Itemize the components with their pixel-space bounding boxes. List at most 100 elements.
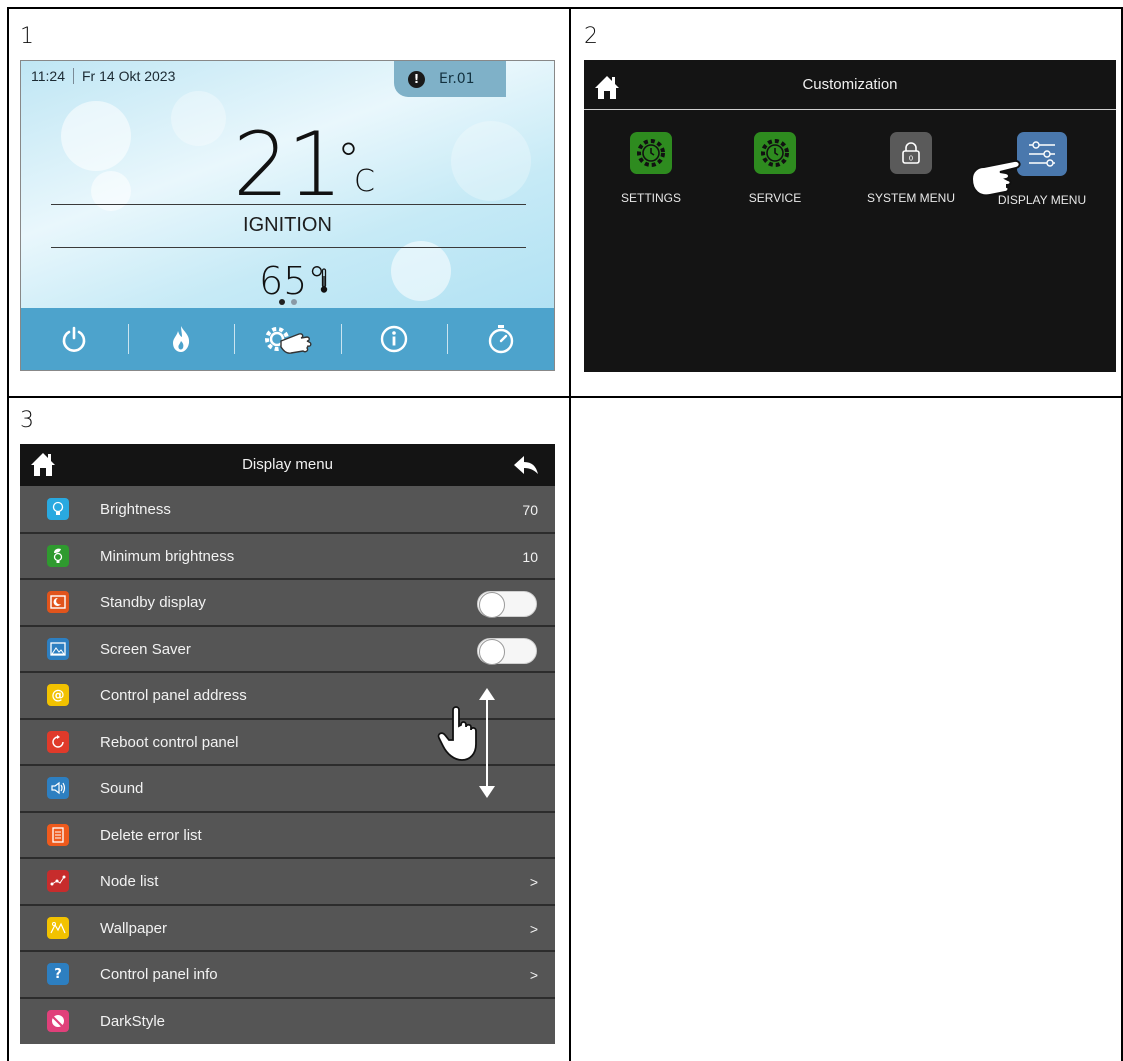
info-button[interactable] [340, 308, 448, 370]
bokeh-decoration [61, 101, 131, 171]
gear-clock-icon [637, 139, 665, 167]
error-badge[interactable]: ! Er.01 [394, 61, 506, 97]
alert-icon: ! [408, 70, 425, 88]
system-menu-tile-label: SYSTEM MENU [866, 191, 955, 205]
bokeh-decoration [391, 241, 451, 301]
timer-button[interactable] [447, 308, 554, 370]
bokeh-decoration [171, 91, 226, 146]
stove-state: IGNITION [243, 214, 332, 236]
flame-icon [172, 326, 190, 352]
system-menu-tile[interactable]: 0 SYSTEM MENU [857, 132, 965, 205]
menu-item-screen-saver[interactable]: Screen Saver [20, 627, 555, 673]
page-indicator [279, 299, 297, 305]
settings-tile[interactable]: SETTINGS [597, 132, 705, 205]
service-tile-label: SERVICE [748, 191, 802, 205]
settings-button[interactable] [234, 308, 341, 370]
power-icon [63, 326, 86, 352]
system-menu-tile-icon-bg: 0 [890, 132, 932, 174]
display-menu-tile-icon-bg [1017, 132, 1067, 176]
gear-clock-icon [761, 139, 789, 167]
customization-header: Customization [584, 60, 1116, 110]
svg-text:0: 0 [909, 155, 913, 163]
page-title: Customization [802, 76, 898, 93]
menu-item-darkstyle[interactable]: DarkStyle [20, 999, 555, 1045]
water-temperature: 65° [259, 259, 327, 303]
darkstyle-icon [47, 1009, 69, 1032]
reboot-icon [47, 730, 69, 753]
moon-screen-icon [47, 591, 69, 613]
grid-divider-horizontal [7, 396, 1123, 398]
bokeh-decoration [91, 171, 131, 211]
customization-screen: Customization SETTINGS SERVICE 0 SYSTEM … [584, 60, 1116, 372]
display-menu-screen: Display menu Brightness 70 Minimum brigh… [20, 444, 555, 1044]
service-tile[interactable]: SERVICE [721, 132, 829, 205]
scroll-gesture-icon [437, 688, 495, 798]
divider-line [51, 247, 526, 248]
service-tile-icon-bg [754, 132, 796, 174]
menu-item-label: Brightness [100, 501, 171, 518]
menu-item-label: Reboot control panel [100, 733, 239, 751]
grid-border-left [7, 7, 9, 1061]
back-arrow-icon[interactable] [513, 455, 539, 475]
menu-item-label: Delete error list [100, 826, 202, 844]
clock-time: 11:24 [21, 68, 74, 84]
menu-item-wallpaper[interactable]: Wallpaper > [20, 906, 555, 952]
error-code: Er.01 [439, 71, 475, 87]
divider-line [51, 204, 526, 205]
bokeh-decoration [451, 121, 531, 201]
screen-saver-toggle[interactable] [477, 637, 537, 665]
menu-item-brightness[interactable]: Brightness 70 [20, 487, 555, 534]
menu-item-label: Wallpaper [100, 919, 167, 937]
panel-number-2: 2 [584, 24, 598, 49]
chevron-right-icon: > [529, 967, 538, 983]
menu-item-label: Node list [100, 873, 159, 890]
menu-item-node-list[interactable]: Node list > [20, 859, 555, 906]
settings-gear-icon [265, 327, 312, 354]
timer-icon [488, 325, 513, 354]
menu-item-value: 70 [522, 502, 538, 518]
sliders-icon [1029, 141, 1055, 167]
bulb-icon [47, 498, 69, 520]
home-screen: 11:24 Fr 14 Okt 2023 ! Er.01 21 ° C IGNI… [20, 60, 555, 371]
menu-item-label: Sound [100, 780, 144, 797]
grid-divider-vertical [569, 7, 571, 1061]
room-temperature: 21 [233, 113, 343, 216]
flame-button[interactable] [127, 308, 235, 370]
picture-icon [47, 637, 69, 660]
page-dot [291, 299, 297, 305]
menu-item-minimum-brightness[interactable]: Minimum brightness 10 [20, 534, 555, 580]
page-title: Display menu [242, 456, 333, 473]
menu-item-label: Standby display [100, 594, 206, 611]
menu-item-label: DarkStyle [100, 1012, 166, 1030]
menu-item-value: 10 [522, 548, 538, 565]
celsius-unit: C [354, 164, 375, 199]
panel-number-3: 3 [20, 408, 34, 433]
power-button[interactable] [21, 308, 128, 370]
bulb-leaf-icon [47, 544, 69, 567]
menu-item-delete-error-list[interactable]: Delete error list [20, 813, 555, 859]
menu-item-standby-display[interactable]: Standby display [20, 580, 555, 627]
list-icon [47, 823, 69, 846]
question-icon: ? [47, 963, 69, 985]
pointing-hand-icon [970, 159, 1021, 197]
wallpaper-icon [47, 916, 69, 939]
settings-tile-label: SETTINGS [620, 191, 681, 205]
speaker-icon [47, 777, 69, 799]
standby-display-toggle[interactable] [477, 591, 537, 618]
grid-border-top [7, 7, 1123, 9]
menu-item-control-panel-info[interactable]: ? Control panel info > [20, 952, 555, 999]
thermometer-icon [320, 268, 328, 293]
lock-icon: 0 [902, 142, 920, 164]
menu-item-label: Screen Saver [100, 640, 191, 658]
info-icon [380, 325, 408, 353]
page-dot-active [279, 299, 285, 305]
menu-item-label: Control panel info [100, 966, 218, 983]
bottom-nav [21, 308, 554, 370]
menu-item-label: Control panel address [100, 687, 247, 704]
display-menu-header: Display menu [20, 444, 555, 486]
at-icon: @ [47, 684, 69, 706]
date-text: Fr 14 Okt 2023 [82, 68, 176, 84]
panel-number-1: 1 [20, 24, 34, 49]
settings-tile-icon-bg [630, 132, 672, 174]
chevron-right-icon: > [529, 874, 538, 890]
